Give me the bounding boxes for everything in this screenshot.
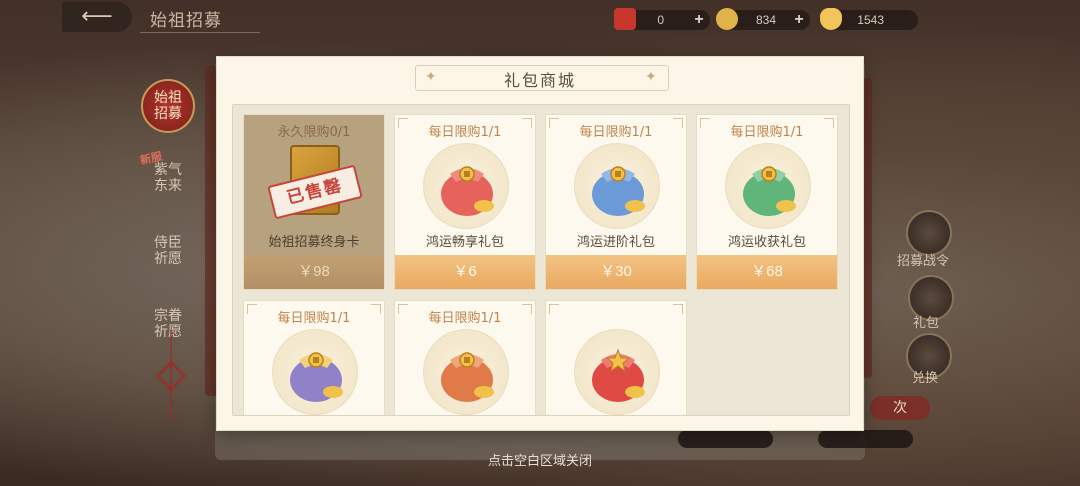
gift-card-purple[interactable]: 每日限购1/1 xyxy=(243,300,385,415)
add-red-envelope-button[interactable]: + xyxy=(690,11,708,29)
red-gift-bag-icon xyxy=(441,166,494,216)
purple-gift-bag-icon xyxy=(290,352,343,402)
modal-header: ✦ ✦ 礼包商城 xyxy=(217,57,863,101)
cost-pill-right xyxy=(818,430,913,448)
item-frame xyxy=(574,329,660,415)
gift-shop-modal: ✦ ✦ 礼包商城 永久限购0/1 已售罄 始祖招募终身卡 ￥98 每日限购1/1 xyxy=(216,56,864,431)
gift-name: 始祖招募终身卡 xyxy=(268,235,360,250)
red-envelope-icon xyxy=(614,8,636,30)
purchase-limit: 每日限购1/1 xyxy=(277,311,351,326)
gift-card-changxiang[interactable]: 每日限购1/1 鸿运畅享礼包 ￥6 xyxy=(394,114,536,290)
gift-pack-label: 礼包 xyxy=(913,316,940,331)
modal-title: 礼包商城 xyxy=(503,71,576,90)
gift-card-jinjie[interactable]: 每日限购1/1 鸿运进阶礼包 ￥30 xyxy=(545,114,687,290)
cost-pill-left xyxy=(678,430,773,448)
exchange-label: 兑换 xyxy=(912,371,939,386)
price-button[interactable]: ￥6 xyxy=(395,255,535,289)
item-frame xyxy=(725,143,811,229)
close-hint: 点击空白区域关闭 xyxy=(487,454,592,469)
tab-shizu-recruit[interactable]: 始祖招募 xyxy=(141,79,195,133)
price-button[interactable]: ￥68 xyxy=(697,255,837,289)
currency-red-envelope: 0 + xyxy=(614,8,710,30)
price-button: ￥98 xyxy=(244,255,384,289)
red-star-gift-bag-icon xyxy=(592,348,645,402)
tab-shichen-wish[interactable]: 侍臣祈愿 xyxy=(141,224,195,278)
back-arrow-icon: ⟵ xyxy=(81,4,113,29)
currency-gold-ingot: 834 + xyxy=(716,8,810,30)
item-frame xyxy=(423,329,509,415)
page-title: 始祖招募 xyxy=(150,11,222,31)
purchase-limit: 每日限购1/1 xyxy=(579,125,653,140)
recruit-pass-label: 招募战令 xyxy=(897,254,950,269)
purchase-limit: 每日限购1/1 xyxy=(428,125,502,140)
purchase-limit: 每日限购1/1 xyxy=(428,311,502,326)
gift-name: 鸿运收获礼包 xyxy=(727,235,806,250)
recruit-times-button[interactable]: 次 xyxy=(870,396,930,420)
gift-name: 鸿运畅享礼包 xyxy=(425,235,504,250)
green-gift-bag-icon xyxy=(743,166,796,216)
gift-grid: 永久限购0/1 已售罄 始祖招募终身卡 ￥98 每日限购1/1 鸿运畅享礼包 ￥… xyxy=(232,104,850,416)
add-gold-ingot-button[interactable]: + xyxy=(790,11,808,29)
back-button[interactable]: ⟵ xyxy=(62,2,132,32)
item-frame xyxy=(423,143,509,229)
purchase-limit: 永久限购0/1 xyxy=(277,125,351,140)
tab-zongjuan-wish[interactable]: 宗眷祈愿 xyxy=(141,297,195,351)
item-frame xyxy=(574,143,660,229)
gift-card-shouhuo[interactable]: 每日限购1/1 鸿运收获礼包 ￥68 xyxy=(696,114,838,290)
gold-ingot-icon xyxy=(716,8,738,30)
gold-yuanbao-icon xyxy=(820,8,842,30)
item-frame xyxy=(272,329,358,415)
gift-card-orange[interactable]: 每日限购1/1 xyxy=(394,300,536,415)
gift-card-red-star[interactable] xyxy=(545,300,687,415)
purchase-limit: 每日限购1/1 xyxy=(730,125,804,140)
price-button[interactable]: ￥30 xyxy=(546,255,686,289)
gift-card-lifetime[interactable]: 永久限购0/1 已售罄 始祖招募终身卡 ￥98 xyxy=(243,114,385,290)
orange-gift-bag-icon xyxy=(441,352,494,402)
blue-gift-bag-icon xyxy=(592,166,645,216)
title-divider xyxy=(140,32,260,33)
tab-ziqi-donglai[interactable]: 紫气东来 xyxy=(141,151,195,205)
gift-name: 鸿运进阶礼包 xyxy=(576,235,655,250)
currency-yuanbao: 1543 xyxy=(820,8,918,30)
